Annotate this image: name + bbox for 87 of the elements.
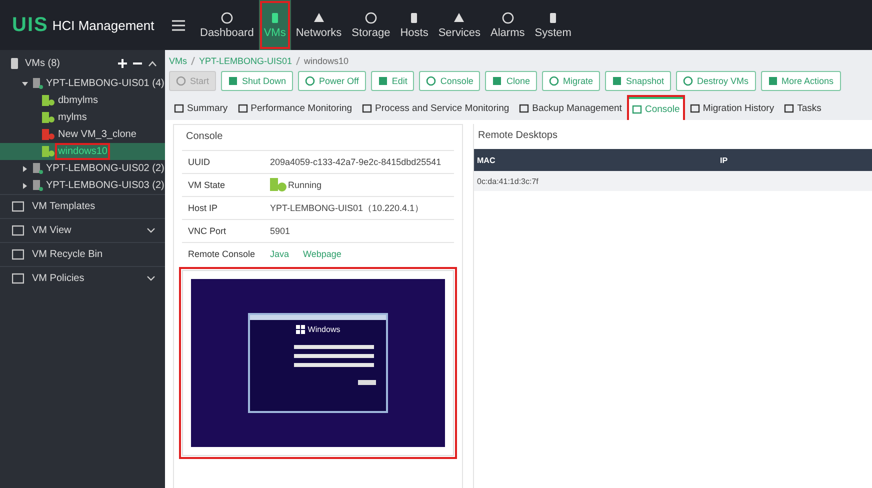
detail-tab[interactable]: Performance Monitoring <box>234 97 356 120</box>
nav-tab[interactable]: VMs <box>258 0 291 50</box>
vm-tree-item[interactable]: dbmylms <box>0 92 165 109</box>
nav-tab[interactable]: System <box>530 0 576 50</box>
action-button[interactable]: Destroy VMs <box>676 71 756 91</box>
action-icon <box>612 76 622 86</box>
panel-title: Console <box>185 130 224 144</box>
menu-item-icon <box>12 249 24 260</box>
menu-item-icon <box>12 225 24 236</box>
field-value: YPT-LEMBONG-UIS01（10.220.4.1） <box>270 202 424 214</box>
expander-icon[interactable] <box>22 80 30 86</box>
vm-tree-item[interactable]: New VM_3_clone <box>0 126 165 143</box>
collapse-icon[interactable] <box>148 60 157 66</box>
host-tree-item[interactable]: YPT-LEMBONG-UIS01 (4) <box>0 75 165 92</box>
tab-icon <box>238 104 248 114</box>
nav-icon <box>220 12 233 24</box>
vm-tree-item[interactable]: windows10 <box>0 143 165 160</box>
detail-tab[interactable]: Backup Management <box>516 97 625 120</box>
detail-tab[interactable]: Summary <box>171 97 231 120</box>
action-button[interactable]: Snapshot <box>604 71 672 91</box>
dialog-title: Windows <box>308 325 340 334</box>
nav-icon <box>364 12 377 24</box>
action-icon <box>548 76 559 86</box>
chevron-down-icon[interactable] <box>147 276 155 281</box>
menu-item-icon <box>12 201 24 212</box>
field-label: Remote Console <box>187 249 256 259</box>
logo: UIS <box>12 14 48 36</box>
action-button[interactable]: Shut Down <box>221 71 294 91</box>
action-icon <box>378 76 388 86</box>
windows-logo-icon <box>296 325 305 334</box>
nav-tab[interactable]: Storage <box>346 0 396 50</box>
nav-icon <box>453 12 466 24</box>
console-preview[interactable]: Windows <box>182 270 454 456</box>
action-icon <box>426 76 436 86</box>
breadcrumb-separator-icon <box>191 57 195 65</box>
action-button[interactable]: Migrate <box>542 71 600 91</box>
host-icon <box>33 163 43 174</box>
tree-root-label[interactable]: VMs (8) <box>25 58 112 69</box>
tab-icon <box>784 104 794 114</box>
tab-icon <box>362 104 372 114</box>
field-label: VM State <box>187 180 226 190</box>
tab-icon <box>632 104 642 114</box>
nav-icon <box>502 12 514 24</box>
menu-item-icon <box>12 273 24 284</box>
nav-tab[interactable]: Alarms <box>486 0 530 50</box>
host-tree-item[interactable]: YPT-LEMBONG-UIS03 (2) <box>0 177 165 194</box>
tab-icon <box>690 104 700 114</box>
column-header: IP <box>719 156 729 164</box>
chevron-down-icon[interactable] <box>147 228 155 233</box>
column-header: MAC <box>476 156 496 164</box>
detail-tab[interactable]: Process and Service Monitoring <box>359 97 512 120</box>
action-button[interactable]: More Actions <box>760 71 841 91</box>
field-value: Running <box>288 180 322 190</box>
add-icon[interactable] <box>118 59 127 68</box>
tab-icon <box>519 104 530 114</box>
host-tree-item[interactable]: YPT-LEMBONG-UIS02 (2) <box>0 160 165 177</box>
field-value: 209a4059-c133-42a7-9e2c-8415dbd25541 <box>270 157 442 167</box>
action-button[interactable]: Clone <box>485 71 537 91</box>
breadcrumb-separator-icon <box>296 57 300 65</box>
action-icon <box>176 76 186 86</box>
vm-icon <box>10 58 19 69</box>
app-title: HCI Management <box>52 18 154 32</box>
action-icon <box>228 76 238 86</box>
menu-icon[interactable] <box>172 20 185 30</box>
nav-tab[interactable]: Dashboard <box>195 0 259 50</box>
field-value: 5901 <box>270 226 290 236</box>
nav-tab[interactable]: Networks <box>290 0 347 50</box>
host-icon <box>33 78 43 89</box>
panel-title: Remote Desktops <box>477 129 558 143</box>
tab-icon <box>174 104 184 114</box>
detail-tab[interactable]: Migration History <box>686 97 778 120</box>
field-label: Host IP <box>187 203 219 213</box>
host-icon <box>33 180 43 191</box>
action-icon <box>768 76 778 86</box>
table-cell-text: 0c:da:41:1d:3c:7f <box>476 176 538 186</box>
nav-icon <box>312 12 325 24</box>
detail-tab[interactable]: Tasks <box>781 97 824 120</box>
nav-tab[interactable]: Hosts <box>395 0 434 50</box>
field-label: VNC Port <box>187 226 228 236</box>
breadcrumb-item: windows10 <box>304 56 349 66</box>
running-vm-icon <box>270 178 287 192</box>
field-label: UUID <box>187 157 211 167</box>
action-icon <box>492 76 502 86</box>
action-icon <box>305 76 316 86</box>
vm-tree-item[interactable]: mylms <box>0 109 165 126</box>
nav-tab[interactable]: Services <box>433 0 486 50</box>
action-icon <box>683 76 694 86</box>
